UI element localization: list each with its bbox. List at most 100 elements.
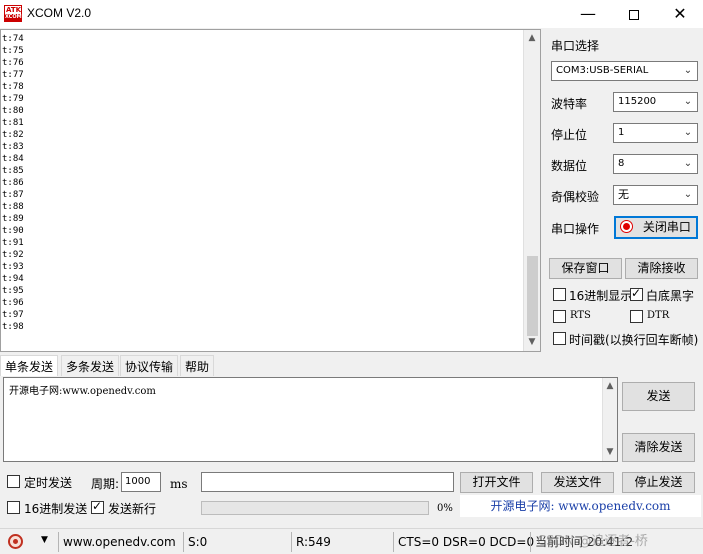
close-icon[interactable]: ✕ <box>657 0 703 28</box>
clear-send-button[interactable]: 清除发送 <box>622 433 695 462</box>
receive-line: t:89 <box>2 214 24 224</box>
receive-line: t:95 <box>2 286 24 296</box>
csdn-watermark: CSDN @追逐者-桥 <box>537 534 648 549</box>
parity-value: 无 <box>618 188 629 201</box>
send-file-button[interactable]: 发送文件 <box>541 472 614 493</box>
receive-line: t:94 <box>2 274 24 284</box>
port-select[interactable]: COM3:USB-SERIAL ⌄ <box>551 61 698 81</box>
hex-send-checkbox[interactable] <box>7 501 20 514</box>
send-button[interactable]: 发送 <box>622 382 695 411</box>
scroll-thumb[interactable] <box>527 256 538 336</box>
title-bar: ATK XCOM XCOM V2.0 — ✕ <box>0 0 703 28</box>
period-input[interactable]: 1000 <box>121 472 161 492</box>
send-textarea[interactable]: 开源电子网:www.openedv.com ▲ ▼ <box>3 377 618 462</box>
close-port-button[interactable]: 关闭串口 <box>614 216 698 239</box>
send-newline-checkbox[interactable] <box>91 499 104 514</box>
data-bits-label: 数据位 <box>551 159 588 173</box>
receive-line: t:96 <box>2 298 24 308</box>
data-bits-value: 8 <box>618 158 625 169</box>
clear-receive-button[interactable]: 清除接收 <box>625 258 698 279</box>
hex-display-label: 16进制显示 <box>569 289 633 303</box>
record-icon <box>620 220 633 233</box>
timed-send-label: 定时发送 <box>24 476 73 490</box>
scroll-down-icon[interactable]: ▼ <box>603 444 617 461</box>
receive-line: t:86 <box>2 178 24 188</box>
receive-line: t:87 <box>2 190 24 200</box>
timestamp-checkbox[interactable] <box>553 332 566 345</box>
stop-bits-value: 1 <box>618 127 625 138</box>
parity-select[interactable]: 无 ⌄ <box>613 185 698 205</box>
receive-line: t:91 <box>2 238 24 248</box>
minimize-icon[interactable]: — <box>565 0 611 28</box>
close-port-label: 关闭串口 <box>642 220 691 234</box>
app-logo-icon: ATK XCOM <box>4 5 22 22</box>
chevron-down-icon: ⌄ <box>683 96 693 107</box>
chevron-down-icon: ⌄ <box>683 127 693 138</box>
port-select-value: COM3:USB-SERIAL <box>556 65 649 76</box>
receive-line: t:80 <box>2 106 24 116</box>
scroll-down-icon[interactable]: ▼ <box>524 334 540 351</box>
send-scrollbar[interactable]: ▲ ▼ <box>602 378 617 461</box>
window-title: XCOM V2.0 <box>27 6 92 20</box>
tab-help[interactable]: 帮助 <box>180 355 215 376</box>
port-operation-label: 串口操作 <box>551 222 600 236</box>
scroll-up-icon[interactable]: ▲ <box>603 378 617 395</box>
port-label: 串口选择 <box>551 39 600 53</box>
receive-line: t:92 <box>2 250 24 260</box>
parity-label: 奇偶校验 <box>551 190 600 204</box>
save-window-button[interactable]: 保存窗口 <box>549 258 622 279</box>
receive-line: t:78 <box>2 82 24 92</box>
status-line-signals: CTS=0 DSR=0 DCD=0 <box>393 532 534 552</box>
period-label: 周期: <box>91 477 120 491</box>
file-path-input[interactable] <box>201 472 454 492</box>
caret-down-icon[interactable]: ▼ <box>41 535 48 545</box>
receive-textarea[interactable]: t:74 t:75 t:76 t:77 t:78 t:79 t:80 t:81 t:82 t:83… <box>0 29 541 352</box>
period-unit: ms <box>170 477 188 491</box>
send-text: 开源电子网:www.openedv.com <box>9 386 156 397</box>
receive-line: t:79 <box>2 94 24 104</box>
status-received-count: R:549 <box>291 532 391 552</box>
receive-line: t:82 <box>2 130 24 140</box>
receive-line: t:85 <box>2 166 24 176</box>
receive-line: t:90 <box>2 226 24 236</box>
tab-single-send[interactable]: 单条发送 <box>0 355 59 376</box>
receive-content: t:74 t:75 t:76 t:77 t:78 t:79 t:80 t:81 t:82 t:83… <box>2 33 24 333</box>
receive-line: t:81 <box>2 118 24 128</box>
openedv-banner[interactable]: 开源电子网: www.openedv.com <box>460 495 701 517</box>
dtr-label: DTR <box>647 310 670 321</box>
timestamp-label: 时间戳(以换行回车断帧) <box>569 333 699 347</box>
receive-line: t:88 <box>2 202 24 212</box>
receive-line: t:97 <box>2 310 24 320</box>
receive-line: t:98 <box>2 322 24 332</box>
status-url[interactable]: www.openedv.com <box>58 532 178 552</box>
dtr-checkbox[interactable] <box>630 310 643 323</box>
maximize-icon[interactable] <box>611 0 657 28</box>
white-bg-label: 白底黑字 <box>646 289 695 303</box>
receive-scrollbar[interactable]: ▲ ▼ <box>523 30 540 351</box>
tab-protocol[interactable]: 协议传输 <box>120 355 179 376</box>
chevron-down-icon: ⌄ <box>683 65 693 76</box>
baud-select-value: 115200 <box>618 96 657 107</box>
settings-gear-icon[interactable] <box>8 534 23 549</box>
scroll-up-icon[interactable]: ▲ <box>524 30 540 47</box>
stop-send-button[interactable]: 停止发送 <box>622 472 695 493</box>
baud-label: 波特率 <box>551 97 588 111</box>
receive-line: t:74 <box>2 34 24 44</box>
timed-send-checkbox[interactable] <box>7 475 20 488</box>
tab-multi-send[interactable]: 多条发送 <box>61 355 120 376</box>
chevron-down-icon: ⌄ <box>683 158 693 169</box>
data-bits-select[interactable]: 8 ⌄ <box>613 154 698 174</box>
hex-display-checkbox[interactable] <box>553 288 566 301</box>
send-newline-label: 发送新行 <box>108 502 157 516</box>
hex-send-label: 16进制发送 <box>24 502 88 516</box>
progress-percent: 0% <box>437 503 453 514</box>
stop-bits-select[interactable]: 1 ⌄ <box>613 123 698 143</box>
send-progress-bar <box>201 501 429 515</box>
baud-select[interactable]: 115200 ⌄ <box>613 92 698 112</box>
rts-checkbox[interactable] <box>553 310 566 323</box>
rts-label: RTS <box>570 310 591 321</box>
white-bg-checkbox[interactable] <box>630 286 643 301</box>
open-file-button[interactable]: 打开文件 <box>460 472 533 493</box>
receive-line: t:83 <box>2 142 24 152</box>
receive-line: t:84 <box>2 154 24 164</box>
